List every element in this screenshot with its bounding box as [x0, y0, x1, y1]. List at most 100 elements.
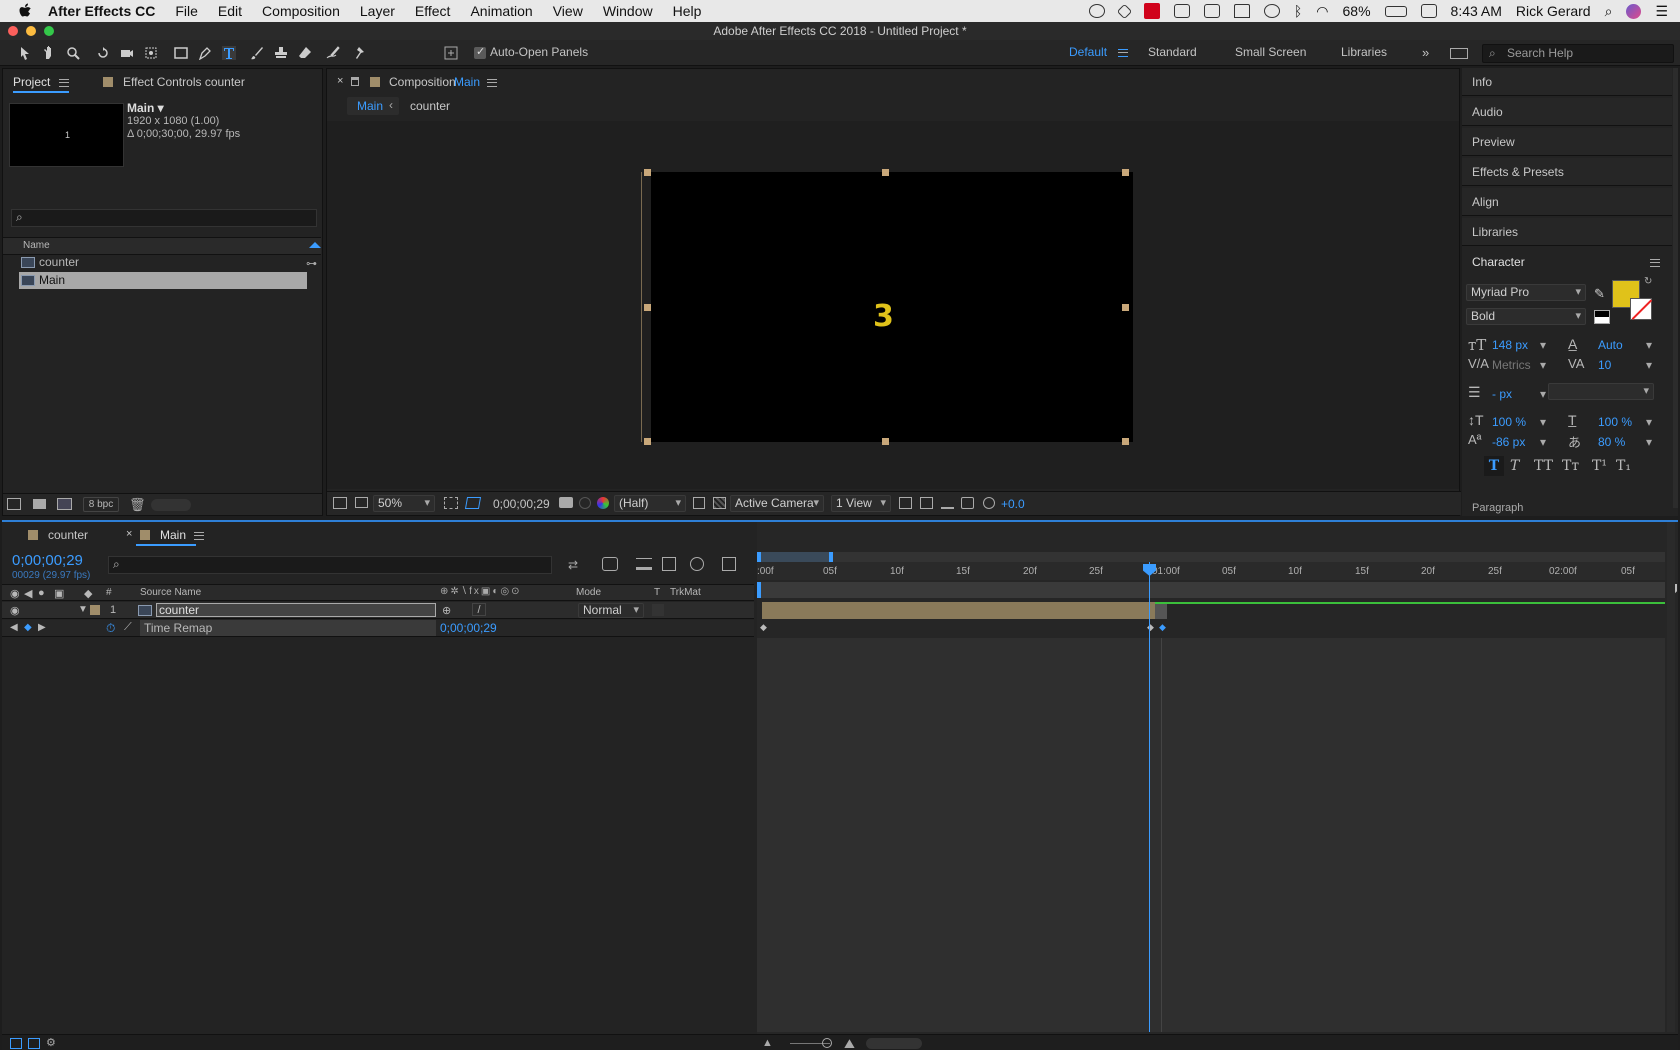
- resolution-dropdown[interactable]: (Half): [614, 495, 686, 512]
- keyframe-icon[interactable]: ◆: [760, 622, 767, 633]
- creative-cloud-icon[interactable]: [1088, 4, 1105, 18]
- hide-shy-layers-icon[interactable]: [636, 558, 652, 570]
- toggle-pixel-aspect-icon[interactable]: [899, 497, 912, 509]
- roto-brush-tool-icon[interactable]: [326, 46, 340, 60]
- tracking-dropdown-icon[interactable]: ▾: [1646, 358, 1652, 372]
- layer-switches-header-icon[interactable]: ⊕✲∖fx▣◐◎⊙: [440, 586, 522, 597]
- graph-editor-icon[interactable]: [722, 557, 736, 571]
- kerning-value[interactable]: Metrics: [1492, 358, 1531, 372]
- close-window-button[interactable]: [8, 26, 18, 36]
- table-row[interactable]: ◀ ◆ ▶ ⏱ ⟋ Time Remap 0;00;00;29: [2, 620, 754, 637]
- bit-depth-button[interactable]: 8 bpc: [83, 497, 119, 512]
- puppet-pin-tool-icon[interactable]: [352, 46, 366, 60]
- battery-icon[interactable]: [1384, 5, 1407, 17]
- stroke-width-dropdown-icon[interactable]: ▾: [1540, 387, 1546, 401]
- quality-switch-icon[interactable]: /: [472, 603, 486, 616]
- panel-preview[interactable]: Preview: [1462, 128, 1672, 156]
- col-t[interactable]: T: [654, 587, 660, 598]
- pen-tool-icon[interactable]: [198, 46, 212, 60]
- zoom-out-icon[interactable]: ▲: [762, 1037, 773, 1049]
- prev-keyframe-icon[interactable]: ◀: [10, 622, 18, 633]
- user-name[interactable]: Rick Gerard: [1516, 3, 1591, 19]
- mask-visibility-icon[interactable]: [464, 497, 482, 509]
- frame-blending-icon[interactable]: [662, 557, 676, 571]
- next-keyframe-icon[interactable]: ▶: [38, 622, 46, 633]
- transparency-grid-icon[interactable]: [713, 497, 726, 509]
- monitor-icon[interactable]: [355, 497, 368, 508]
- pan-behind-tool-icon[interactable]: [144, 46, 158, 60]
- layer-name-field[interactable]: counter: [156, 603, 436, 617]
- work-area-start-handle[interactable]: [757, 552, 761, 562]
- transform-handle[interactable]: [644, 438, 651, 445]
- leading-dropdown-icon[interactable]: ▾: [1646, 338, 1652, 352]
- font-style-dropdown[interactable]: Bold: [1466, 308, 1586, 325]
- timeline-horizontal-scroll[interactable]: [866, 1038, 922, 1049]
- motion-blur-icon[interactable]: [690, 557, 704, 571]
- work-area-bar[interactable]: [757, 552, 1665, 562]
- timeline-panel-menu-icon[interactable]: [194, 532, 204, 540]
- in-out-toggle-icon[interactable]: ⚙: [46, 1036, 56, 1049]
- kerning-dropdown-icon[interactable]: ▾: [1540, 358, 1546, 372]
- flowchart-view-icon[interactable]: [961, 497, 974, 509]
- transform-handle[interactable]: [1122, 304, 1129, 311]
- comp-start-marker[interactable]: [757, 582, 761, 598]
- always-preview-icon[interactable]: [333, 497, 347, 509]
- keyframe-icon[interactable]: ◆: [1159, 622, 1166, 633]
- canvas-number-text[interactable]: 3: [873, 299, 894, 334]
- project-search-input[interactable]: ⌕: [11, 209, 317, 227]
- transform-handle[interactable]: [1122, 169, 1129, 176]
- new-folder-icon[interactable]: [33, 499, 46, 509]
- workspace-default[interactable]: Default: [1069, 45, 1107, 59]
- workspace-standard[interactable]: Standard: [1148, 45, 1197, 59]
- stroke-color-swatch[interactable]: [1630, 298, 1652, 320]
- panel-align[interactable]: Align: [1462, 188, 1672, 216]
- timeline-empty-area[interactable]: [757, 638, 1665, 1032]
- bluetooth-icon[interactable]: ᛒ: [1294, 3, 1302, 19]
- transform-handle[interactable]: [644, 304, 651, 311]
- tab-project[interactable]: Project: [13, 75, 50, 89]
- leading-value[interactable]: Auto: [1598, 338, 1623, 352]
- eyedropper-icon[interactable]: ✎: [1594, 286, 1605, 302]
- col-source-name[interactable]: Source Name: [140, 587, 201, 598]
- menu-file[interactable]: File: [175, 3, 198, 19]
- camera-dropdown[interactable]: Active Camera: [730, 495, 824, 512]
- lock-switch-header-icon[interactable]: ▣: [54, 587, 64, 600]
- comp-tab-name[interactable]: Main: [454, 75, 480, 89]
- menu-layer[interactable]: Layer: [360, 3, 395, 19]
- workspace-overflow-icon[interactable]: »: [1422, 45, 1429, 60]
- default-colors-icon[interactable]: [1594, 310, 1610, 324]
- time-machine-icon[interactable]: [1263, 4, 1280, 18]
- panel-audio[interactable]: Audio: [1462, 98, 1672, 126]
- font-size-value[interactable]: 148 px: [1492, 338, 1528, 352]
- sort-ascending-icon[interactable]: [309, 242, 321, 248]
- dropbox-icon[interactable]: [1116, 3, 1133, 19]
- trash-icon[interactable]: 🗑: [129, 497, 146, 513]
- vertical-scale-dropdown-icon[interactable]: ▾: [1540, 415, 1546, 429]
- thumbnail-scroll[interactable]: [151, 499, 191, 511]
- close-timeline-tab-icon[interactable]: ×: [126, 528, 132, 540]
- fast-previews-icon[interactable]: [920, 497, 933, 509]
- right-panel-scrollbar[interactable]: [1673, 68, 1678, 508]
- timeline-current-time[interactable]: 0;00;00;29: [12, 552, 83, 569]
- label-header-icon[interactable]: ◆: [84, 587, 92, 600]
- flowchart-icon[interactable]: ⊶: [306, 257, 318, 270]
- safe-margins-icon[interactable]: [444, 497, 458, 509]
- camera-tool-icon[interactable]: [120, 46, 134, 60]
- zoom-tool-icon[interactable]: [66, 46, 80, 60]
- tsume-dropdown-icon[interactable]: ▾: [1646, 435, 1652, 449]
- app-name-menu[interactable]: After Effects CC: [48, 3, 155, 19]
- notification-center-icon[interactable]: ☰: [1655, 3, 1668, 20]
- timeline-tab-counter[interactable]: counter: [48, 528, 88, 542]
- menu-help[interactable]: Help: [673, 3, 702, 19]
- view-layout-dropdown[interactable]: 1 View: [831, 495, 891, 512]
- lock-icon[interactable]: [351, 77, 359, 86]
- search-help-input[interactable]: ⌕ Search Help: [1482, 44, 1674, 63]
- collapse-transform-icon[interactable]: ⊕: [442, 604, 451, 617]
- menu-edit[interactable]: Edit: [218, 3, 242, 19]
- col-mode[interactable]: Mode: [576, 587, 601, 598]
- layer-expand-icon[interactable]: ▼: [78, 604, 88, 615]
- preserve-transparency-toggle[interactable]: [652, 604, 664, 616]
- auto-open-checkbox[interactable]: ✓: [474, 46, 486, 59]
- time-ruler[interactable]: :00f 05f 10f 15f 20f 25f 01:00f 05f 10f …: [757, 562, 1665, 580]
- menu-composition[interactable]: Composition: [262, 3, 340, 19]
